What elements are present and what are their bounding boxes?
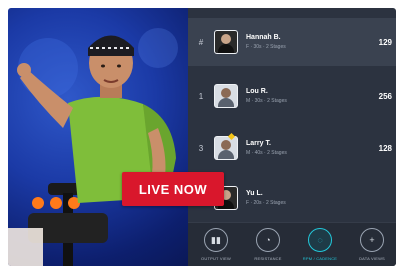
cadence-button[interactable]: ◌ RPM / CADENCE: [296, 228, 344, 261]
rider-meta: M · 30s · 2 Stages: [246, 98, 287, 104]
rider-score: 256: [378, 91, 392, 101]
resistance-button[interactable]: ◔ RESISTANCE: [244, 228, 292, 261]
control-label: RESISTANCE: [254, 256, 282, 261]
rider-meta: M · 40s · 2 Stages: [246, 150, 287, 156]
rider-info: Larry T. M · 40s · 2 Stages: [246, 140, 374, 156]
rider-score: 129: [378, 37, 392, 47]
rider-info: Lou R. M · 30s · 2 Stages: [246, 88, 374, 104]
rank-label: 3: [198, 143, 204, 153]
leaderboard-row[interactable]: 3 Larry T. M · 40s · 2 Stages 128: [188, 124, 396, 172]
gauge-icon: ◔: [256, 228, 280, 252]
control-bar: ▮▮ OUTPUT VIEW ◔ RESISTANCE ◌ RPM / CADE…: [188, 222, 396, 266]
rider-meta: F · 20s · 2 Stages: [246, 200, 286, 206]
rider-name: Hannah B.: [246, 34, 281, 41]
leaderboard-row-current-user[interactable]: # Hannah B. F · 30s · 2 Stages 129: [188, 18, 396, 66]
live-video-feed[interactable]: [8, 8, 208, 266]
rider-name: Lou R.: [246, 88, 268, 95]
control-label: RPM / CADENCE: [302, 256, 338, 261]
leaderboard-panel: # Hannah B. F · 30s · 2 Stages 129 1 Lou…: [188, 8, 396, 266]
instructor-video-image: [8, 28, 178, 266]
avatar: [214, 136, 238, 160]
rider-info: Hannah B. F · 30s · 2 Stages: [246, 34, 374, 50]
avatar: [214, 84, 238, 108]
rank-label: 1: [198, 91, 204, 101]
avatar: [214, 30, 238, 54]
cadence-icon: ◌: [308, 228, 332, 252]
rider-info: Yu L. F · 20s · 2 Stages: [246, 190, 374, 206]
rank-label: #: [198, 37, 204, 47]
plus-icon: +: [360, 228, 384, 252]
leaderboard-row[interactable]: 1 Lou R. M · 30s · 2 Stages 256: [188, 72, 396, 120]
rider-score: 128: [378, 143, 392, 153]
control-label: OUTPUT VIEW: [201, 256, 231, 261]
class-screen: LIVE NOW # Hannah B. F · 30s · 2 Stages …: [8, 8, 396, 266]
bars-icon: ▮▮: [204, 228, 228, 252]
live-now-badge: LIVE NOW: [122, 172, 224, 206]
rider-name: Yu L.: [246, 190, 263, 197]
rider-meta: F · 30s · 2 Stages: [246, 44, 286, 50]
control-label: DATA VIEWS: [359, 256, 385, 261]
rider-name: Larry T.: [246, 140, 271, 147]
output-view-button[interactable]: ▮▮ OUTPUT VIEW: [192, 228, 240, 261]
data-views-button[interactable]: + DATA VIEWS: [348, 228, 396, 261]
